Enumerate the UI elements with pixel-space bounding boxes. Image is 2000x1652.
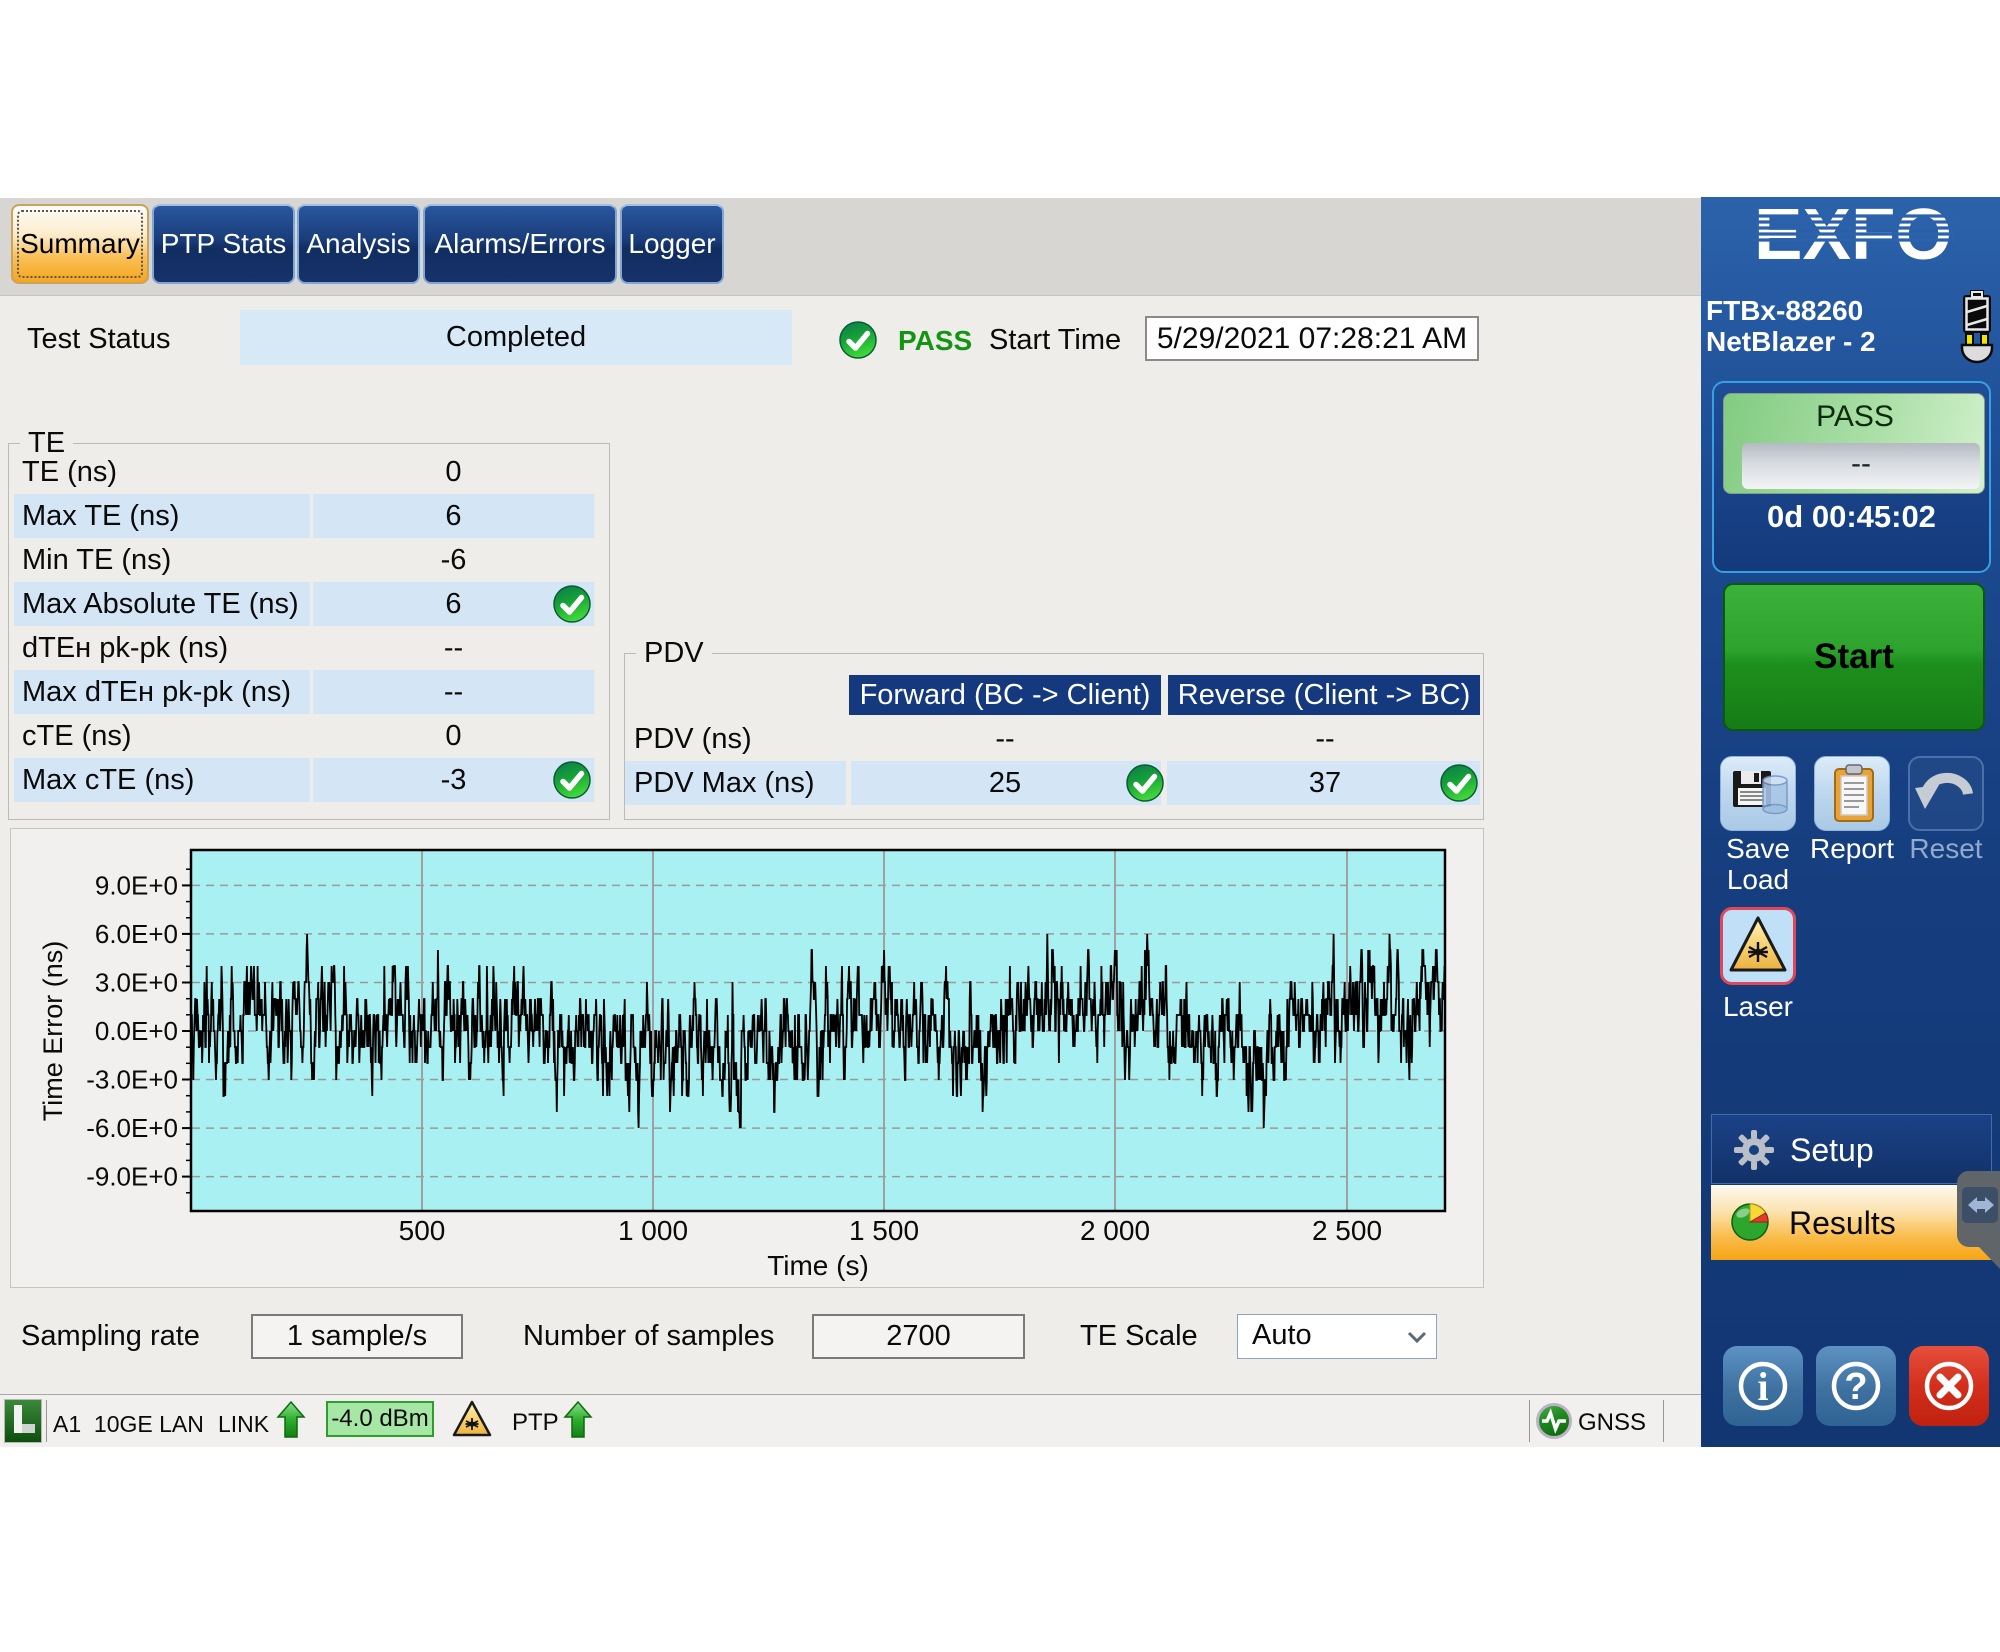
svg-text:3.0E+0: 3.0E+0 [95,968,178,998]
svg-text:1 500: 1 500 [849,1215,919,1246]
svg-text:Time (s): Time (s) [767,1250,869,1281]
svg-text:-6.0E+0: -6.0E+0 [86,1113,178,1143]
svg-text:2 000: 2 000 [1080,1215,1150,1246]
svg-text:0.0E+0: 0.0E+0 [95,1016,178,1046]
svg-text:i: i [1757,1364,1768,1409]
svg-text:2 500: 2 500 [1312,1215,1382,1246]
svg-text:500: 500 [399,1215,446,1246]
svg-text:?: ? [1844,1366,1867,1408]
svg-text:-9.0E+0: -9.0E+0 [86,1162,178,1192]
svg-text:6.0E+0: 6.0E+0 [95,919,178,949]
svg-text:1 000: 1 000 [618,1215,688,1246]
svg-text:-3.0E+0: -3.0E+0 [86,1065,178,1095]
svg-text:9.0E+0: 9.0E+0 [95,870,178,900]
svg-text:Time Error (ns): Time Error (ns) [38,941,68,1122]
